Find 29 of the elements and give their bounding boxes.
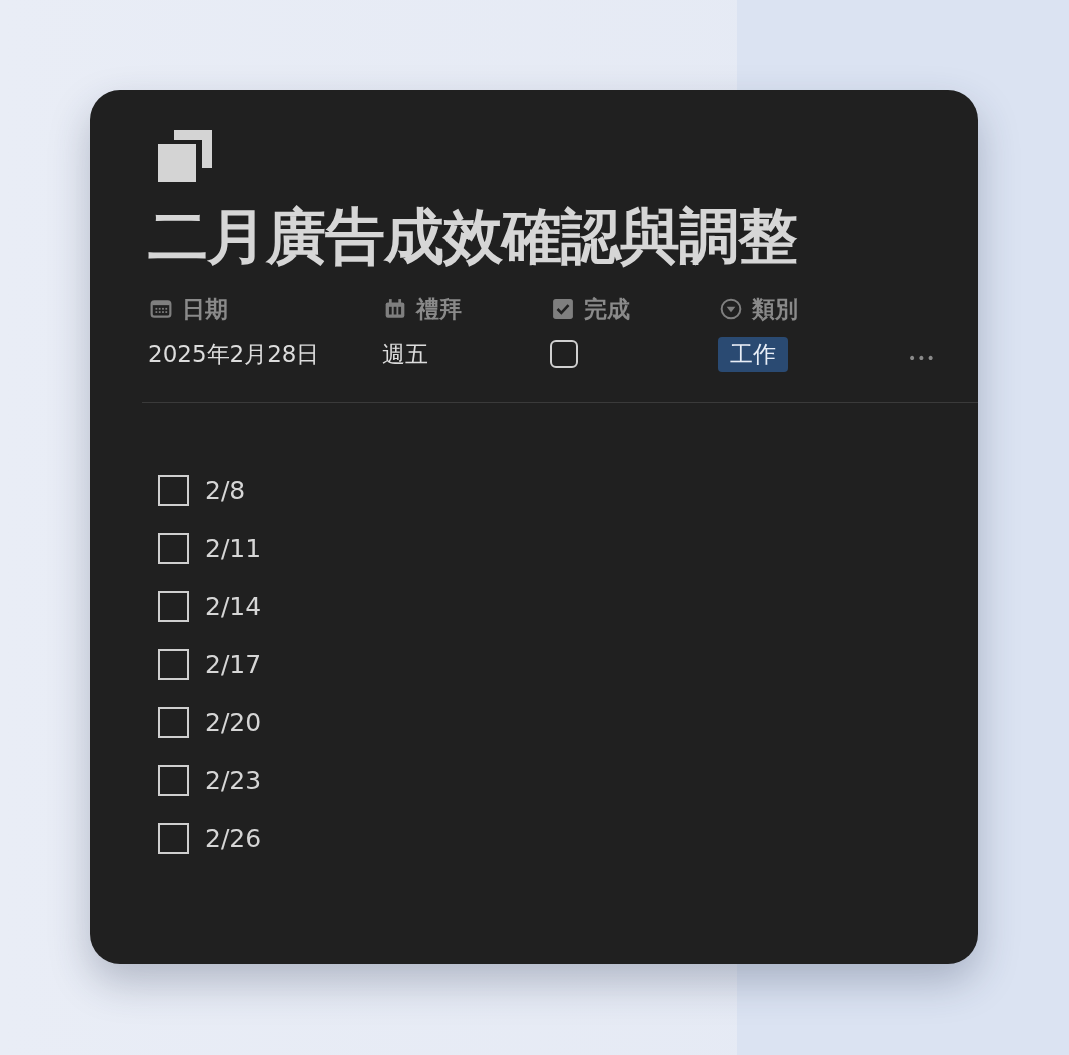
todo-text: 2/11 — [205, 533, 262, 563]
property-label: 日期 — [182, 294, 228, 324]
todo-text: 2/23 — [205, 765, 262, 795]
property-value[interactable]: 2025年2月28日 — [148, 338, 320, 370]
todo-checkbox[interactable] — [158, 648, 189, 680]
todo-checkbox[interactable] — [158, 822, 189, 854]
done-checkbox[interactable] — [550, 340, 578, 368]
calendar-icon — [150, 298, 172, 320]
todo-text: 2/17 — [205, 649, 262, 679]
page-title: 二月廣告成效確認與調整 — [148, 200, 798, 273]
category-tag[interactable]: 工作 — [718, 336, 788, 372]
property-label: 類別 — [752, 294, 798, 324]
todo-text: 2/14 — [205, 591, 262, 621]
todo-checkbox[interactable] — [158, 706, 189, 738]
dropdown-icon — [720, 298, 742, 320]
todo-text: 2/26 — [205, 823, 262, 853]
todo-checkbox[interactable] — [158, 474, 189, 506]
property-label: 完成 — [584, 294, 630, 324]
property-label: 禮拜 — [416, 294, 462, 324]
checkbox-icon — [552, 298, 574, 320]
property-value[interactable]: 週五 — [382, 338, 428, 370]
todo-checkbox[interactable] — [158, 764, 189, 796]
todo-checkbox[interactable] — [158, 532, 189, 564]
todo-text: 2/20 — [205, 707, 262, 737]
more-button[interactable]: ••• — [908, 350, 936, 366]
todo-checkbox[interactable] — [158, 590, 189, 622]
page-icon — [158, 130, 212, 184]
calendar-icon — [384, 298, 406, 320]
todo-text: 2/8 — [205, 475, 246, 505]
